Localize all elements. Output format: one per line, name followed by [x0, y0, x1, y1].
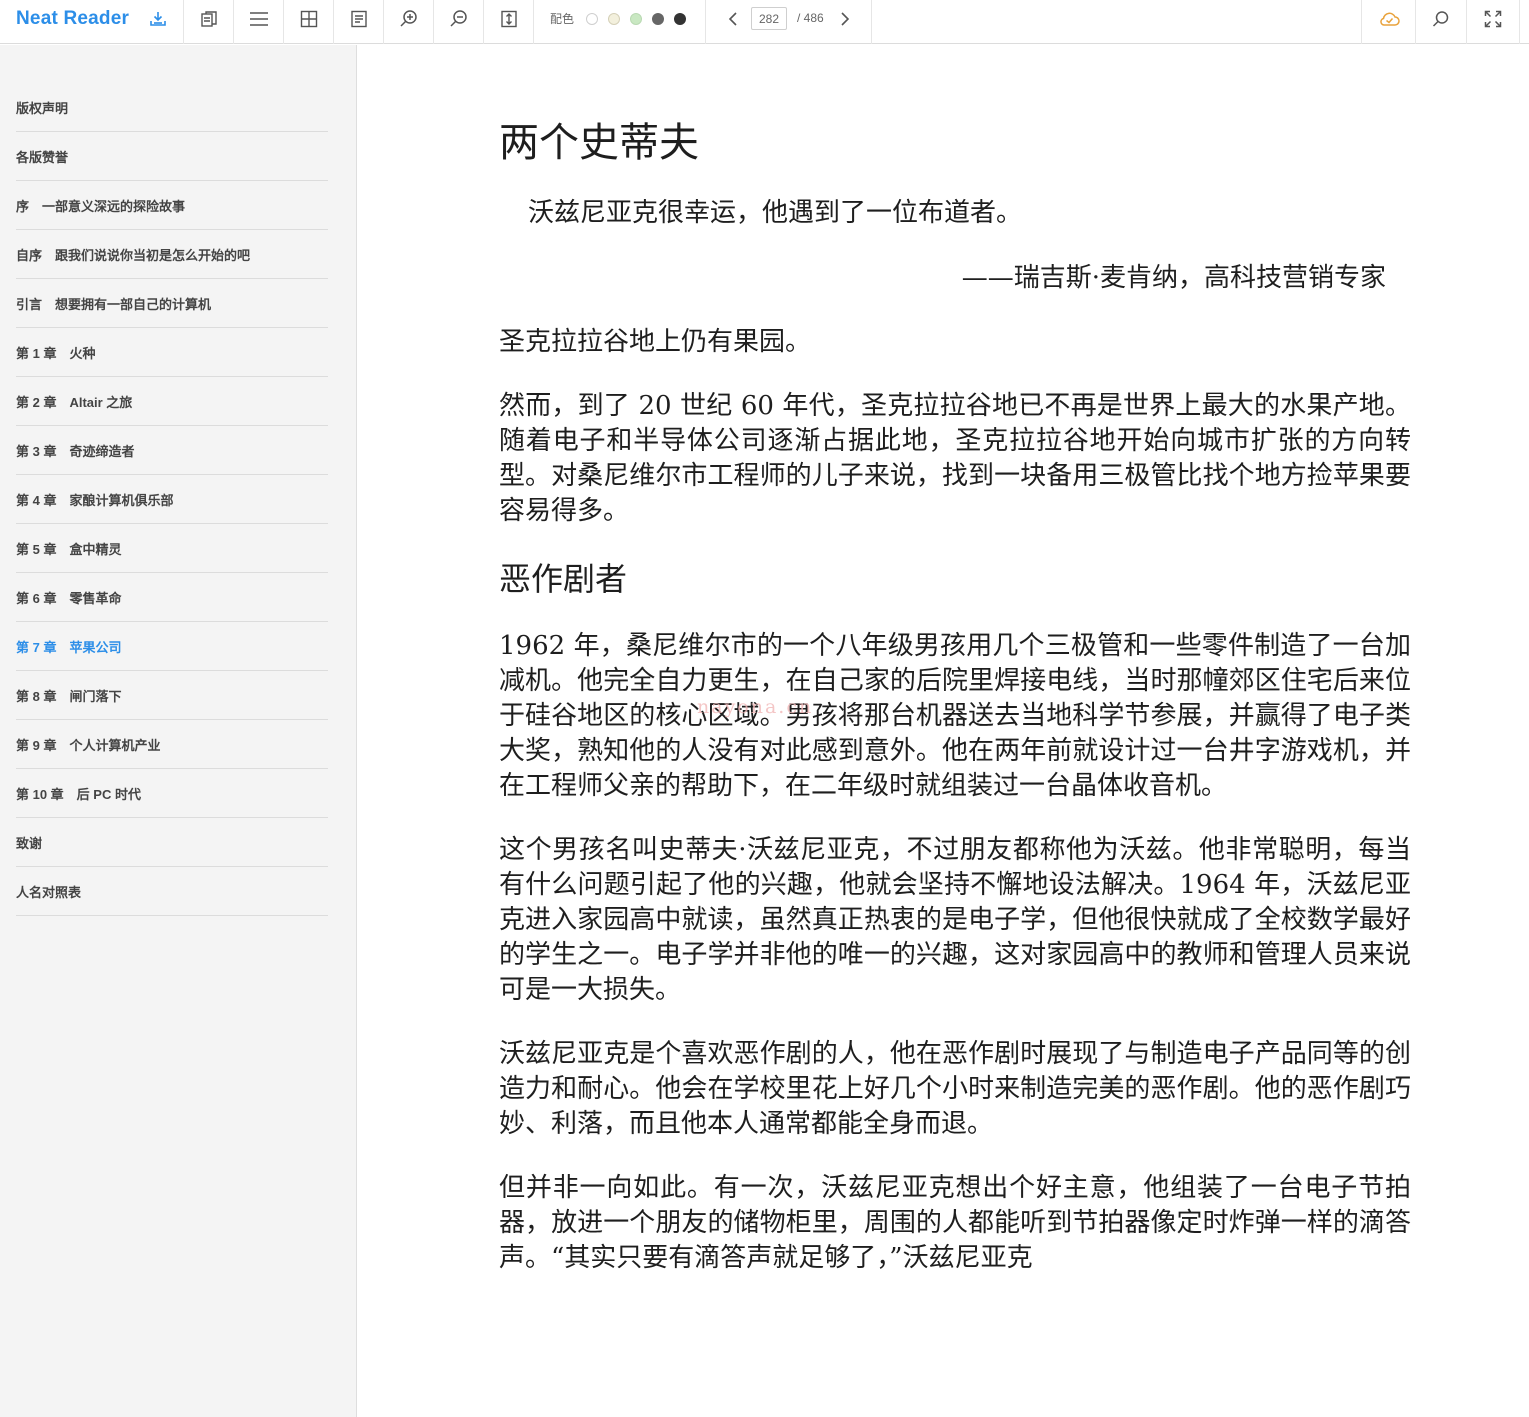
toc-item-praise[interactable]: 各版赞誉 — [16, 132, 328, 181]
color-swatch-gray[interactable] — [652, 13, 664, 25]
reading-pane[interactable]: 两个史蒂夫 沃兹尼亚克很幸运，他遇到了一位布道者。 ——瑞吉斯·麦肯纳，高科技营… — [358, 45, 1529, 1417]
fullscreen-icon[interactable] — [1467, 0, 1519, 38]
sidebar-toc: 版权声明 各版赞誉 序 一部意义深远的探险故事 自序 跟我们说说你当初是怎么开始… — [0, 45, 357, 1417]
paragraph: 然而，到了 20 世纪 60 年代，圣克拉拉谷地已不再是世界上最大的水果产地。随… — [499, 391, 1411, 526]
zoom-in-icon[interactable] — [384, 0, 433, 38]
color-swatch-green[interactable] — [630, 13, 642, 25]
epigraph: 沃兹尼亚克很幸运，他遇到了一位布道者。 — [528, 198, 1023, 228]
toolbar: Neat Reader 配色 282 / 486 — [0, 0, 1529, 44]
paragraph: 这个男孩名叫史蒂夫·沃兹尼亚克，不过朋友都称他为沃兹。他非常聪明，每当有什么问题… — [499, 835, 1412, 1005]
chapter-title: 两个史蒂夫 — [499, 120, 699, 166]
search-icon[interactable] — [1416, 0, 1466, 38]
watermark: nayona.cn — [697, 696, 814, 718]
paragraph: 圣克拉拉谷地上仍有果园。 — [499, 327, 812, 357]
toc-item-chapter-1[interactable]: 第 1 章 火种 — [16, 328, 328, 377]
toc-item-chapter-7[interactable]: 第 7 章 苹果公司 — [16, 622, 328, 671]
color-swatch-cream[interactable] — [608, 13, 620, 25]
toc-item-chapter-3[interactable]: 第 3 章 奇迹缔造者 — [16, 426, 328, 475]
cloud-sync-icon[interactable] — [1362, 0, 1415, 38]
chevron-right-icon[interactable] — [835, 0, 855, 38]
fit-height-icon[interactable] — [484, 0, 533, 38]
toc-item-copyright[interactable]: 版权声明 — [16, 83, 328, 132]
chevron-left-icon[interactable] — [723, 0, 743, 38]
zoom-out-icon[interactable] — [434, 0, 483, 38]
grid-icon[interactable] — [284, 0, 333, 38]
toc-item-introduction[interactable]: 引言 想要拥有一部自己的计算机 — [16, 279, 328, 328]
toc-item-chapter-2[interactable]: 第 2 章 Altair 之旅 — [16, 377, 328, 426]
download-icon[interactable] — [146, 0, 170, 38]
section-heading: 恶作剧者 — [499, 560, 628, 598]
toc-item-chapter-10[interactable]: 第 10 章 后 PC 时代 — [16, 769, 328, 818]
toc-item-chapter-5[interactable]: 第 5 章 盒中精灵 — [16, 524, 328, 573]
book-content: 两个史蒂夫 沃兹尼亚克很幸运，他遇到了一位布道者。 ——瑞吉斯·麦肯纳，高科技营… — [499, 115, 1411, 1305]
notes-icon[interactable] — [334, 0, 383, 38]
page-total: / 486 — [797, 11, 824, 25]
copy-icon[interactable] — [184, 0, 233, 38]
color-swatch-white[interactable] — [586, 13, 598, 25]
toc-item-chapter-6[interactable]: 第 6 章 零售革命 — [16, 573, 328, 622]
toc-item-preface[interactable]: 自序 跟我们说说你当初是怎么开始的吧 — [16, 230, 328, 279]
menu-icon[interactable] — [234, 0, 283, 38]
toc-item-acknowledgements[interactable]: 致谢 — [16, 818, 328, 867]
epigraph-source: ——瑞吉斯·麦肯纳，高科技营销专家 — [961, 263, 1386, 293]
toc-item-chapter-4[interactable]: 第 4 章 家酿计算机俱乐部 — [16, 475, 328, 524]
toc-item-chapter-8[interactable]: 第 8 章 闸门落下 — [16, 671, 328, 720]
color-swatch-dark[interactable] — [674, 13, 686, 25]
toc-item-foreword[interactable]: 序 一部意义深远的探险故事 — [16, 181, 328, 230]
paragraph: 沃兹尼亚克是个喜欢恶作剧的人，他在恶作剧时展现了与制造电子产品同等的创造力和耐心… — [499, 1039, 1411, 1139]
paragraph: 1962 年，桑尼维尔市的一个八年级男孩用几个三极管和一些零件制造了一台加减机。… — [499, 631, 1411, 801]
paragraph: 但并非一向如此。有一次，沃兹尼亚克想出个好主意，他组装了一台电子节拍器，放进一个… — [499, 1173, 1411, 1273]
toc-item-name-index[interactable]: 人名对照表 — [16, 867, 328, 916]
color-scheme-label: 配色 — [550, 12, 575, 26]
page-number-input[interactable] — [751, 7, 787, 30]
app-logo: Neat Reader — [16, 8, 130, 29]
toc-list: 版权声明 各版赞誉 序 一部意义深远的探险故事 自序 跟我们说说你当初是怎么开始… — [16, 83, 328, 916]
toc-item-chapter-9[interactable]: 第 9 章 个人计算机产业 — [16, 720, 328, 769]
